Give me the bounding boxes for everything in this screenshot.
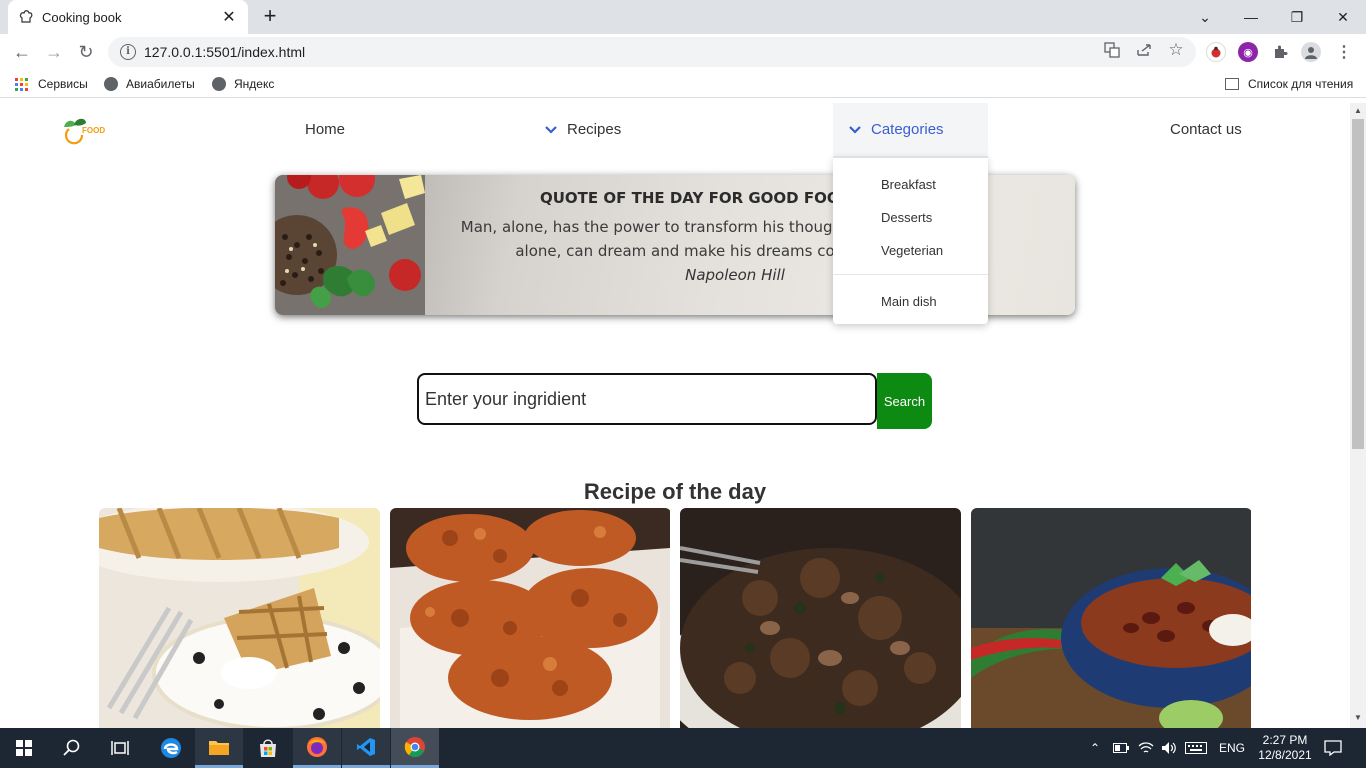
globe-icon: [104, 77, 118, 91]
bookmark-services[interactable]: Сервисы: [15, 76, 88, 92]
bookmarks-bar: Сервисы Авиабилеты Яндекс Список для чте…: [0, 70, 1366, 98]
page-scrollbar[interactable]: ▲ ▼: [1350, 103, 1366, 728]
notifications-icon[interactable]: [1324, 728, 1342, 768]
fried-chicken-image: [390, 508, 670, 728]
bookmark-label: Яндекс: [234, 77, 275, 91]
url-text: 127.0.0.1:5501/index.html: [144, 44, 306, 60]
tab-close-icon[interactable]: ✕: [220, 7, 238, 27]
store-icon[interactable]: [244, 728, 292, 768]
restore-button[interactable]: ❐: [1274, 0, 1320, 34]
scroll-down-icon[interactable]: ▼: [1354, 713, 1362, 722]
share-icon[interactable]: [1134, 40, 1154, 60]
bookmark-label: Авиабилеты: [126, 77, 195, 91]
clock[interactable]: 2:27 PM 12/8/2021: [1252, 728, 1318, 768]
clock-date: 12/8/2021: [1258, 748, 1312, 762]
ladybug-extension-icon[interactable]: [1206, 42, 1226, 62]
reading-list-label: Список для чтения: [1248, 77, 1354, 91]
address-bar[interactable]: i 127.0.0.1:5501/index.html: [108, 37, 1196, 67]
bookmark-label: Сервисы: [38, 77, 88, 91]
apps-grid-icon: [15, 77, 28, 91]
windows-start-icon[interactable]: [0, 728, 48, 768]
nav-home[interactable]: Home: [305, 121, 345, 138]
close-window-button[interactable]: ✕: [1320, 0, 1366, 34]
site-logo[interactable]: FOOD: [60, 115, 116, 145]
nav-home-label: Home: [305, 121, 346, 138]
browser-tab[interactable]: Cooking book ✕: [8, 0, 248, 34]
new-tab-button[interactable]: +: [258, 5, 282, 29]
translate-icon[interactable]: [1102, 40, 1122, 60]
reading-list-icon: [1225, 78, 1239, 90]
recipe-card-fried-chicken[interactable]: [390, 508, 671, 728]
recipe-card-apple-pie[interactable]: [99, 508, 380, 728]
clock-time: 2:27 PM: [1262, 733, 1308, 747]
windows-taskbar: ⌃ ENG 2:27 PM 12/8/2021: [0, 728, 1366, 768]
apple-pie-image: [99, 508, 380, 728]
firefox-icon[interactable]: [293, 728, 341, 768]
language-indicator[interactable]: ENG: [1219, 728, 1245, 768]
browser-toolbar: ← → ↻ i 127.0.0.1:5501/index.html ☆ ◉ ⋮: [0, 34, 1366, 70]
stew-image: [680, 508, 961, 728]
logo-text: FOOD: [82, 126, 106, 135]
file-explorer-icon[interactable]: [195, 728, 243, 768]
task-view-icon[interactable]: [96, 728, 144, 768]
dropdown-item-desserts[interactable]: Desserts: [881, 210, 932, 225]
recipe-card-stew[interactable]: [680, 508, 961, 728]
volume-icon[interactable]: [1161, 728, 1177, 768]
back-arrow-icon[interactable]: ←: [10, 40, 34, 64]
nav-categories-label: Categories: [871, 121, 944, 138]
vscode-icon[interactable]: [342, 728, 390, 768]
wifi-icon[interactable]: [1138, 728, 1154, 768]
dropdown-item-vegeterian[interactable]: Vegeterian: [881, 243, 943, 258]
show-hidden-icons[interactable]: ⌃: [1090, 728, 1100, 768]
globe-icon: [212, 77, 226, 91]
profile-icon[interactable]: [1301, 42, 1321, 62]
categories-dropdown: Breakfast Desserts Vegeterian Main dish: [833, 156, 988, 324]
search-button[interactable]: Search: [877, 373, 932, 429]
tab-search-button[interactable]: ⌄: [1182, 0, 1228, 34]
purple-extension-icon[interactable]: ◉: [1238, 42, 1258, 62]
bookmark-yandex[interactable]: Яндекс: [212, 76, 274, 92]
scrollbar-thumb[interactable]: [1352, 119, 1364, 449]
nav-recipes-label: Recipes: [567, 121, 622, 138]
chevron-down-icon: [849, 122, 861, 137]
ingredient-search-input[interactable]: [417, 373, 877, 425]
search-icon[interactable]: [48, 728, 96, 768]
bookmark-aviabilety[interactable]: Авиабилеты: [104, 76, 195, 92]
chef-hat-icon: [18, 9, 34, 25]
nav-contact[interactable]: Contact us: [1170, 121, 1242, 138]
nav-recipes[interactable]: Recipes: [545, 121, 621, 138]
scroll-up-icon[interactable]: ▲: [1354, 106, 1362, 115]
keyboard-icon[interactable]: [1185, 728, 1207, 768]
star-icon[interactable]: ☆: [1166, 40, 1186, 60]
dropdown-divider: [833, 274, 988, 275]
page-viewport: FOOD Home Recipes Categories Contact us: [0, 103, 1350, 728]
extensions-icon[interactable]: [1270, 42, 1290, 62]
edge-icon[interactable]: [147, 728, 195, 768]
nav-contact-label: Contact us: [1170, 121, 1242, 138]
recipe-of-the-day-title: Recipe of the day: [583, 479, 767, 504]
chili-con-carne-image: [971, 508, 1252, 728]
menu-icon[interactable]: ⋮: [1334, 42, 1354, 62]
tab-title: Cooking book: [42, 9, 122, 25]
battery-icon[interactable]: [1113, 728, 1129, 768]
nav-categories[interactable]: Categories: [849, 121, 944, 138]
reading-list-button[interactable]: Список для чтения: [1225, 76, 1353, 92]
info-icon[interactable]: i: [120, 44, 136, 60]
quote-title: QUOTE OF THE DAY FOR GOOD FOOD M: [540, 189, 873, 207]
chrome-icon[interactable]: [391, 728, 439, 768]
forward-arrow-icon[interactable]: →: [42, 40, 66, 64]
reload-icon[interactable]: ↻: [74, 40, 98, 64]
minimize-button[interactable]: —: [1228, 0, 1274, 34]
chevron-down-icon: [545, 122, 557, 137]
dropdown-item-main-dish[interactable]: Main dish: [881, 294, 937, 309]
dropdown-item-breakfast[interactable]: Breakfast: [881, 177, 936, 192]
recipe-card-chili[interactable]: [971, 508, 1252, 728]
tab-strip: Cooking book ✕ + ⌄ — ❐ ✕: [0, 0, 1366, 34]
